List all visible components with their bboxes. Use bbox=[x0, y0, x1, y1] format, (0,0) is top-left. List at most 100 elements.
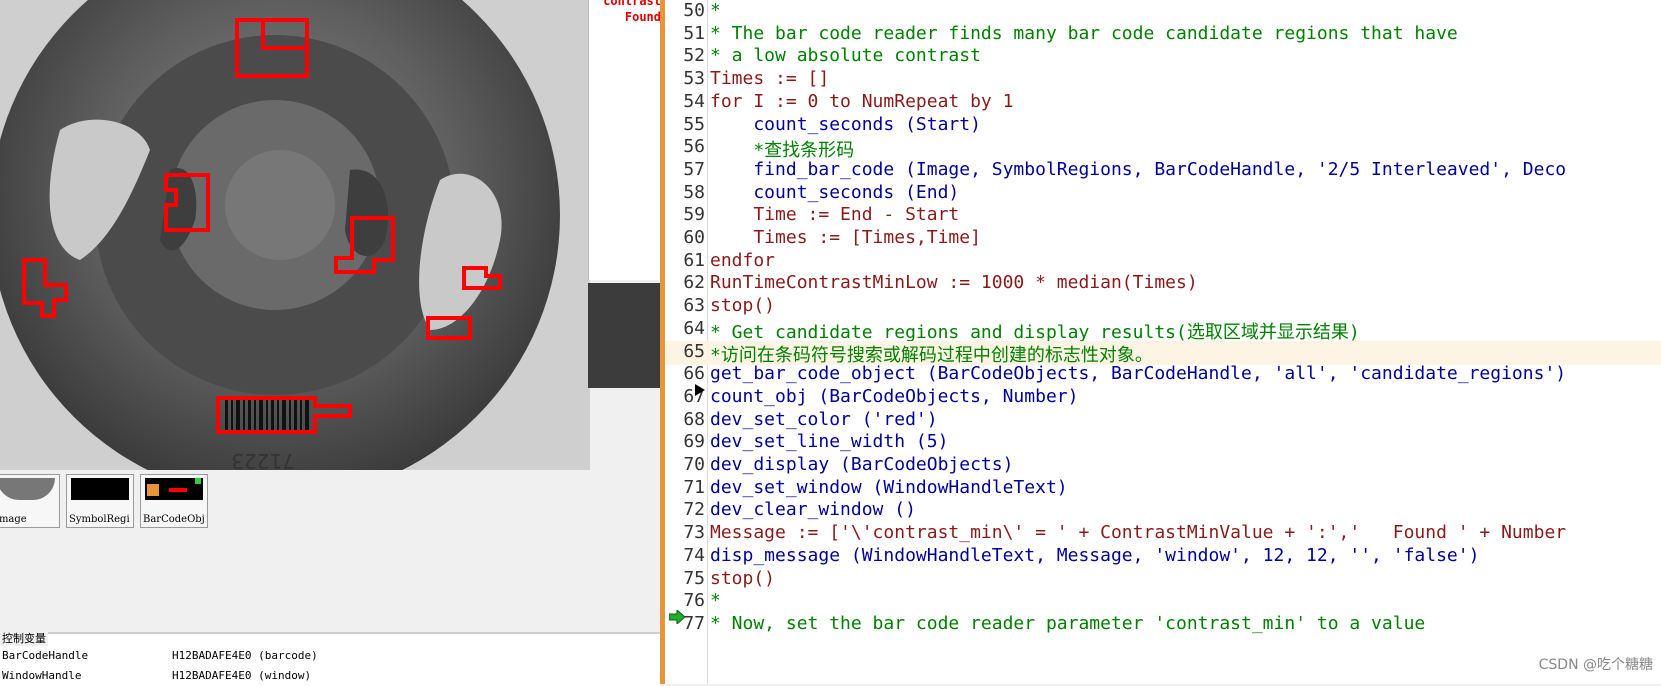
code-text: dev_set_color ('red') bbox=[710, 408, 938, 430]
code-text: RunTimeContrastMinLow := 1000 * median(T… bbox=[710, 272, 1198, 294]
variable-thumbnails: Image SymbolRegi BarCodeObj bbox=[0, 470, 660, 540]
line-number: 58 bbox=[683, 181, 705, 203]
line-number: 75 bbox=[683, 567, 705, 589]
program-editor[interactable]: 50 * 51 * The bar code reader finds many ba… bbox=[665, 0, 1661, 684]
variable-row[interactable]: WindowHandle H12BADAFE4E0 (window) bbox=[0, 666, 660, 686]
code-line[interactable]: 56 *查找条形码 bbox=[665, 136, 1661, 161]
code-text: count_seconds (End) bbox=[710, 181, 960, 203]
code-line[interactable]: 50 * bbox=[665, 0, 1661, 24]
code-line[interactable]: 58 count_seconds (End) bbox=[665, 182, 1661, 206]
thumbnail-image[interactable]: Image bbox=[0, 474, 60, 528]
line-number: 63 bbox=[683, 295, 705, 317]
code-line[interactable]: 65 *访问在条码符号搜索或解码过程中创建的标志性对象。 bbox=[665, 340, 1661, 366]
line-number: 60 bbox=[683, 227, 705, 248]
line-number: 54 bbox=[683, 90, 705, 112]
code-line[interactable]: 76 * bbox=[665, 590, 1661, 614]
code-text: Times := [] bbox=[710, 68, 830, 90]
line-number: 62 bbox=[683, 272, 705, 294]
code-line[interactable]: 71 dev_set_window (WindowHandleText) bbox=[665, 477, 1661, 501]
watermark: CSDN @吃个糖糖 bbox=[1538, 657, 1653, 673]
line-number: 51 bbox=[683, 22, 705, 44]
code-text: stop() bbox=[710, 567, 776, 589]
variable-name: WindowHandle bbox=[2, 669, 82, 682]
line-number: 66 bbox=[683, 363, 705, 385]
thumbnail-preview bbox=[0, 478, 55, 500]
code-line[interactable]: 64 * Get candidate regions and display re… bbox=[665, 317, 1661, 343]
code-line[interactable]: 69 dev_set_line_width (5) bbox=[665, 431, 1661, 455]
code-line[interactable]: 62 RunTimeContrastMinLow := 1000 * median… bbox=[665, 272, 1661, 296]
line-number: 64 bbox=[683, 317, 705, 339]
code-line[interactable]: 68 dev_set_color ('red') bbox=[665, 409, 1661, 433]
line-number: 69 bbox=[683, 431, 705, 453]
variable-value: H12BADAFE4E0 (barcode) bbox=[172, 649, 318, 662]
code-text: get_bar_code_object (BarCodeObjects, Bar… bbox=[710, 363, 1567, 385]
code-text: Times := [Times,Time] bbox=[710, 227, 981, 248]
line-number: 72 bbox=[683, 499, 705, 521]
code-text: dev_set_line_width (5) bbox=[710, 431, 949, 453]
line-number: 68 bbox=[683, 408, 705, 430]
code-line[interactable]: 73 Message := ['\'contrast_min\' = ' + Co… bbox=[665, 522, 1661, 546]
code-text: dev_clear_window () bbox=[710, 499, 916, 521]
line-number: 53 bbox=[683, 68, 705, 90]
line-number: 59 bbox=[683, 204, 705, 226]
object-icon bbox=[147, 484, 159, 496]
code-text: disp_message (WindowHandleText, Message,… bbox=[710, 544, 1480, 566]
variable-name: BarCodeHandle bbox=[2, 649, 89, 662]
code-line[interactable]: 57 find_bar_code (Image, SymbolRegions, … bbox=[665, 159, 1661, 183]
code-line[interactable]: 67 count_obj (BarCodeObjects, Number) bbox=[665, 386, 1661, 410]
thumbnail-preview bbox=[71, 478, 129, 500]
code-line[interactable]: 54 for I := 0 to NumRepeat by 1 bbox=[665, 91, 1661, 115]
code-text: * bbox=[710, 0, 721, 21]
line-number: 65 bbox=[683, 340, 705, 362]
line-number: 57 bbox=[683, 158, 705, 180]
code-line[interactable]: 70 dev_display (BarCodeObjects) bbox=[665, 454, 1661, 478]
thumbnail-label: SymbolRegi bbox=[69, 514, 130, 525]
code-text: stop() bbox=[710, 295, 776, 317]
secondary-window bbox=[588, 283, 660, 388]
thumbnail-label: BarCodeObj bbox=[143, 514, 205, 525]
code-line[interactable]: 72 dev_clear_window () bbox=[665, 499, 1661, 523]
line-number: 50 bbox=[683, 0, 705, 21]
code-line[interactable]: 60 Times := [Times,Time] bbox=[665, 227, 1661, 251]
graphics-window[interactable]: 71223 bbox=[0, 0, 590, 470]
variable-row[interactable]: BarCodeHandle H12BADAFE4E0 (barcode) bbox=[0, 646, 660, 666]
barcode-digits: 71223 bbox=[231, 449, 295, 470]
code-line[interactable]: 66 get_bar_code_object (BarCodeObjects, B… bbox=[665, 363, 1661, 387]
code-text: Time := End - Start bbox=[710, 204, 960, 226]
code-text: dev_display (BarCodeObjects) bbox=[710, 454, 1014, 475]
code-text: * bbox=[710, 590, 721, 612]
code-line[interactable]: 75 stop() bbox=[665, 568, 1661, 592]
variable-value: H12BADAFE4E0 (window) bbox=[172, 669, 312, 682]
code-line[interactable]: 77 * Now, set the bar code reader paramet… bbox=[665, 613, 1661, 637]
code-line[interactable]: 55 count_seconds (Start) bbox=[665, 114, 1661, 138]
code-text: dev_set_window (WindowHandleText) bbox=[710, 476, 1068, 498]
thumbnail-preview bbox=[145, 478, 203, 500]
code-line[interactable]: 59 Time := End - Start bbox=[665, 204, 1661, 228]
code-line[interactable]: 61 endfor bbox=[665, 250, 1661, 274]
text-window-line-2: Found bbox=[624, 10, 661, 24]
thumbnail-symbolregions[interactable]: SymbolRegi bbox=[66, 474, 134, 528]
barcode-image bbox=[225, 400, 309, 433]
line-number: 71 bbox=[683, 476, 705, 498]
code-line[interactable]: 53 Times := [] bbox=[665, 68, 1661, 92]
code-text: * Now, set the bar code reader parameter… bbox=[710, 612, 1426, 634]
line-number: 61 bbox=[683, 249, 705, 271]
line-number: 55 bbox=[683, 113, 705, 135]
code-line[interactable]: 74 disp_message (WindowHandleText, Messag… bbox=[665, 545, 1661, 569]
panel-header: 控制变量 bbox=[0, 630, 48, 646]
code-line[interactable]: 52 * a low absolute contrast bbox=[665, 45, 1661, 69]
code-text: Message := ['\'contrast_min\' = ' + Cont… bbox=[710, 522, 1567, 544]
code-line[interactable]: 51 * The bar code reader finds many bar c… bbox=[665, 23, 1661, 47]
thumbnail-label: Image bbox=[0, 514, 27, 525]
line-number: 76 bbox=[683, 590, 705, 612]
code-text: count_obj (BarCodeObjects, Number) bbox=[710, 385, 1079, 407]
image-canvas: 71223 bbox=[0, 0, 590, 470]
insertion-cursor-icon bbox=[695, 384, 705, 396]
line-number: 70 bbox=[683, 454, 705, 475]
code-text: * The bar code reader finds many bar cod… bbox=[710, 22, 1458, 44]
text-window: contrast Found bbox=[588, 0, 661, 280]
control-variables-panel: 控制变量 BarCodeHandle H12BADAFE4E0 (barcode… bbox=[0, 630, 660, 686]
code-line[interactable]: 63 stop() bbox=[665, 295, 1661, 319]
thumbnail-barcodeobjects[interactable]: BarCodeObj bbox=[140, 474, 208, 528]
code-text: for I := 0 to NumRepeat by 1 bbox=[710, 90, 1014, 112]
